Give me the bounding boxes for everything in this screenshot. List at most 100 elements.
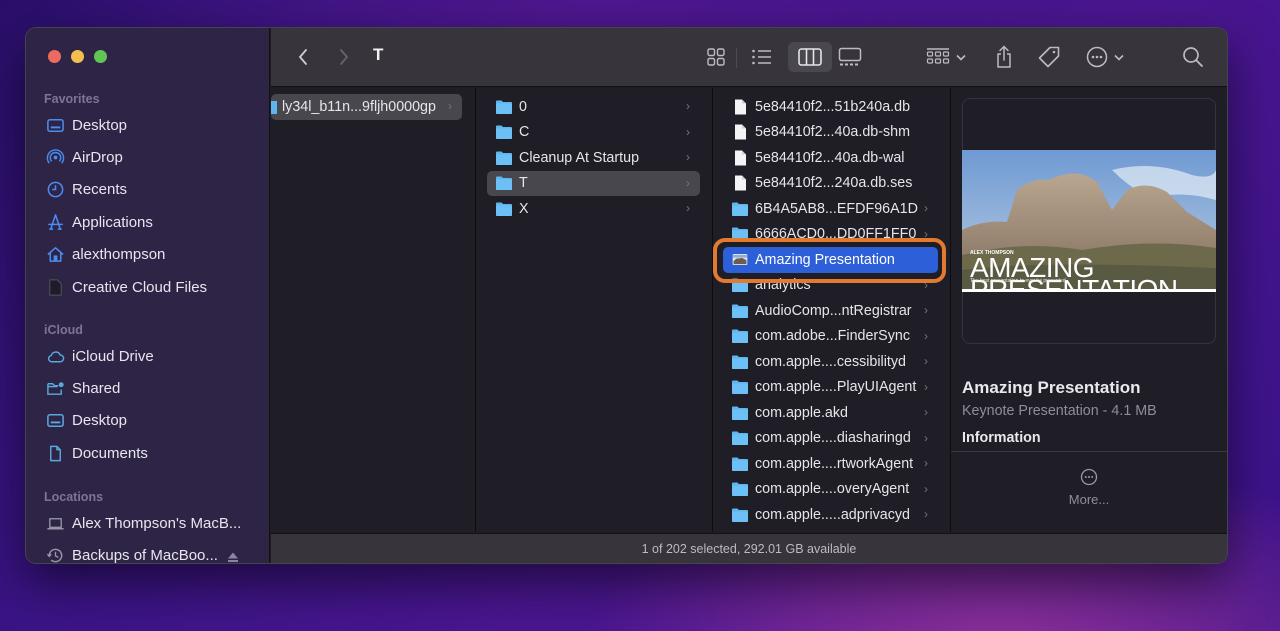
list-item[interactable]: AudioComp...ntRegistrar › [723, 298, 938, 324]
column-view-button[interactable] [788, 42, 832, 72]
list-item[interactable]: 5e84410f2...240a.db.ses [723, 171, 938, 197]
folder-icon [732, 380, 748, 395]
sidebar-heading: Locations [44, 490, 104, 504]
column-3[interactable]: 5e84410f2...51b240a.db 5e84410f2...40a.db… [713, 88, 951, 532]
gallery-view-button[interactable] [835, 42, 865, 72]
toolbar: T [271, 28, 1227, 87]
list-view-button[interactable] [748, 42, 776, 72]
forward-button[interactable] [334, 42, 354, 72]
sidebar-item-creative-cloud-files[interactable]: Creative Cloud Files [26, 271, 270, 303]
sidebar-item-backups[interactable]: Backups of MacBoo... [26, 539, 270, 564]
action-button[interactable] [1083, 42, 1127, 72]
group-by-button[interactable] [923, 42, 969, 72]
folder-icon [732, 304, 748, 318]
folder-icon [496, 100, 512, 114]
chevron-right-icon: › [924, 507, 928, 521]
sidebar-item-desktop[interactable]: Desktop [26, 109, 270, 141]
list-view-icon [751, 48, 773, 66]
chevron-down-icon [956, 54, 966, 61]
sidebar-item-home[interactable]: alexthompson [26, 239, 270, 271]
item-name: 5e84410f2...240a.db.ses [755, 175, 913, 192]
list-item[interactable]: 5e84410f2...40a.db-shm [723, 120, 938, 146]
item-name: 5e84410f2...40a.db-shm [755, 124, 910, 141]
airdrop-icon [45, 148, 65, 168]
folder-icon [732, 508, 748, 522]
more-button[interactable]: More... [951, 468, 1227, 507]
sidebar-item-applications[interactable]: Applications [26, 206, 270, 238]
list-item[interactable]: com.adobe...FinderSync › [723, 324, 938, 350]
chevron-right-icon: › [924, 430, 928, 445]
share-icon [994, 45, 1014, 69]
list-item[interactable]: com.apple....overyAgent › [723, 477, 938, 503]
list-item[interactable]: 5e84410f2...40a.db-wal [723, 145, 938, 171]
minimize-button[interactable] [71, 50, 84, 63]
tags-button[interactable] [1035, 42, 1063, 72]
more-label: More... [1068, 492, 1110, 507]
chevron-right-icon: › [686, 175, 690, 190]
list-item[interactable]: ly34l_b11n...9fljh0000gp › [271, 94, 462, 120]
eject-icon[interactable] [227, 550, 239, 562]
sidebar-item-label: Applications [72, 213, 153, 231]
file-icon [735, 150, 746, 166]
preview-info-heading: Information [962, 430, 1041, 446]
item-name: com.apple....PlayUIAgent [755, 379, 917, 396]
column-2[interactable]: 0 › C › Cleanup At Startup › T › X › [476, 88, 713, 532]
list-item[interactable]: com.apple....rtworkAgent › [723, 451, 938, 477]
list-item[interactable]: com.apple.akd › [723, 400, 938, 426]
list-item[interactable]: com.apple.....adprivacyd › [723, 502, 938, 528]
window-controls [48, 50, 107, 63]
icon-view-button[interactable] [702, 42, 730, 72]
sidebar-item-label: Backups of MacBoo... [72, 547, 218, 564]
group-icon [926, 47, 950, 67]
sidebar-item-shared[interactable]: Shared [26, 372, 270, 404]
list-item[interactable]: 0 › [487, 94, 700, 120]
item-name: ly34l_b11n...9fljh0000gp [282, 98, 436, 115]
preview-thumbnail[interactable]: ALEX THOMPSON AMAZING PRESENTATION The b… [962, 150, 1216, 292]
close-button[interactable] [48, 50, 61, 63]
sidebar: Favorites Desktop AirDrop Recents Applic… [26, 28, 270, 563]
sidebar-item-airdrop[interactable]: AirDrop [26, 141, 270, 173]
folder-icon [496, 151, 512, 165]
list-item[interactable]: 5e84410f2...51b240a.db [723, 94, 938, 120]
sidebar-item-icloud-drive[interactable]: iCloud Drive [26, 340, 270, 372]
folder-icon [732, 355, 748, 369]
sidebar-item-icloud-desktop[interactable]: Desktop [26, 405, 270, 437]
list-item[interactable]: X › [487, 196, 700, 222]
more-icon [1080, 468, 1098, 486]
item-name: 5e84410f2...51b240a.db [755, 98, 911, 115]
back-button[interactable] [293, 42, 313, 72]
sidebar-item-label: Creative Cloud Files [72, 278, 208, 296]
folder-icon [732, 431, 748, 446]
list-item[interactable]: C › [487, 120, 700, 146]
list-item[interactable]: Cleanup At Startup › [487, 145, 700, 171]
list-item[interactable]: 6B4A5AB8...EFDF96A1D › [723, 196, 938, 222]
column-1[interactable]: ly34l_b11n...9fljh0000gp › [271, 88, 476, 532]
item-name: Cleanup At Startup [519, 149, 640, 166]
item-name: C [519, 124, 530, 141]
preview-file-name: Amazing Presentation [962, 378, 1141, 397]
sidebar-item-macbook[interactable]: Alex Thompson's MacB... [26, 507, 270, 539]
search-button[interactable] [1179, 42, 1207, 72]
sidebar-item-label: Desktop [72, 412, 128, 430]
item-name: com.apple....cessibilityd [755, 353, 906, 370]
status-text: 1 of 202 selected, 292.01 GB available [641, 542, 857, 556]
share-button[interactable] [990, 42, 1018, 72]
chevron-right-icon: › [686, 150, 690, 164]
list-item[interactable]: com.apple....cessibilityd › [723, 349, 938, 375]
sidebar-item-label: Desktop [72, 116, 128, 134]
sidebar-item-documents[interactable]: Documents [26, 437, 270, 469]
folder-icon [732, 202, 748, 216]
list-item-selected[interactable]: T › [487, 170, 700, 196]
chevron-right-icon: › [924, 481, 928, 496]
zoom-button[interactable] [94, 50, 107, 63]
list-item[interactable]: com.apple....PlayUIAgent › [723, 375, 938, 401]
folder-icon [496, 176, 512, 191]
desktop-icon [45, 411, 65, 431]
folder-icon [732, 329, 748, 344]
sidebar-item-recents[interactable]: Recents [26, 174, 270, 206]
sidebar-item-label: Recents [72, 181, 128, 199]
column-view-icon [798, 48, 822, 66]
sidebar-section-locations: Locations Alex Thompson's MacB... Backup… [26, 487, 270, 564]
list-item[interactable]: com.apple....diasharingd › [723, 426, 938, 452]
item-name: com.apple.....adprivacyd [755, 506, 910, 523]
